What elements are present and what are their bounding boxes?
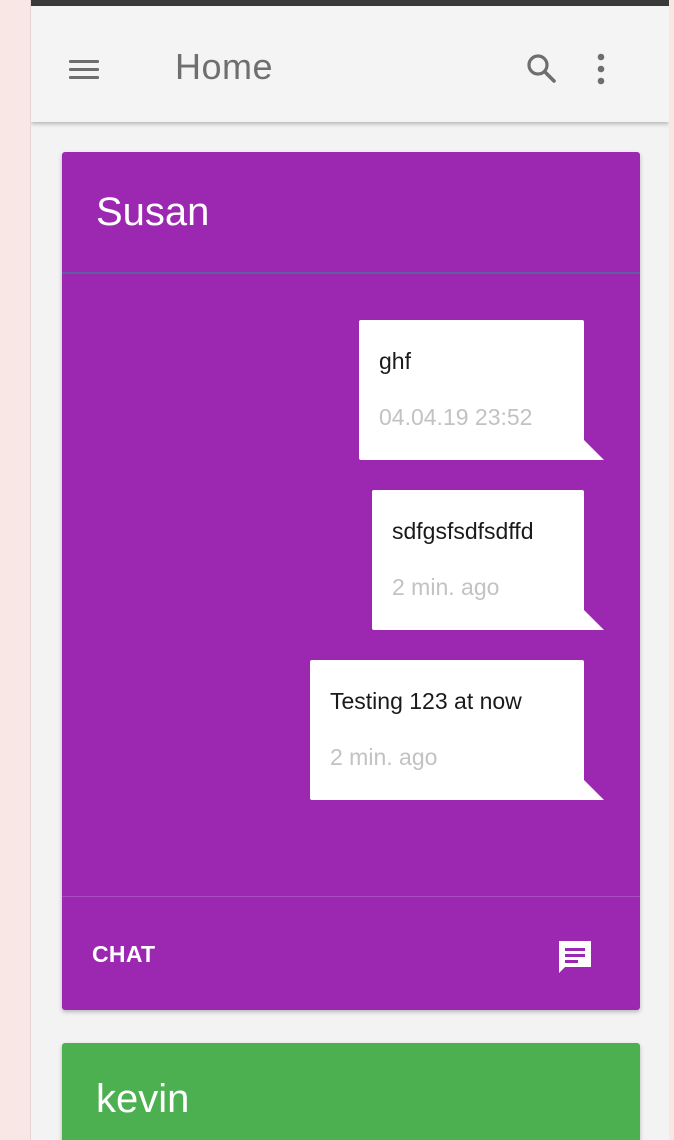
message-timestamp: 2 min. ago [392, 574, 500, 600]
contact-card-susan: Susan ghf 04.04.19 23:52 sdfgsfsdfsdffd … [62, 152, 640, 1010]
contact-name: Susan [96, 190, 210, 234]
menu-icon[interactable] [67, 58, 103, 82]
message-text: sdfgsfsdfsdffd [392, 518, 534, 544]
message-text: ghf [379, 348, 411, 374]
app-screen: Home Susan ghf 04.04.19 23:52 sdfgsfsdfs… [30, 0, 669, 1140]
message-bubble: Testing 123 at now 2 min. ago [310, 660, 604, 800]
card-header: kevin [62, 1043, 640, 1140]
chat-button[interactable]: CHAT [92, 941, 155, 968]
card-header: Susan [62, 152, 640, 274]
chat-icon[interactable] [555, 937, 595, 977]
message-bubble: sdfgsfsdfsdffd 2 min. ago [372, 490, 604, 630]
message-bubble: ghf 04.04.19 23:52 [359, 320, 604, 460]
card-footer: CHAT [62, 896, 640, 1010]
message-text: Testing 123 at now [330, 688, 522, 714]
message-timestamp: 04.04.19 23:52 [379, 404, 533, 430]
page-title: Home [175, 46, 274, 87]
app-bar: Home [31, 6, 669, 122]
contact-name: kevin [96, 1077, 190, 1121]
search-icon[interactable] [525, 52, 559, 86]
more-vert-icon[interactable] [591, 50, 611, 90]
contact-card-kevin: kevin [62, 1043, 640, 1140]
message-timestamp: 2 min. ago [330, 744, 438, 770]
